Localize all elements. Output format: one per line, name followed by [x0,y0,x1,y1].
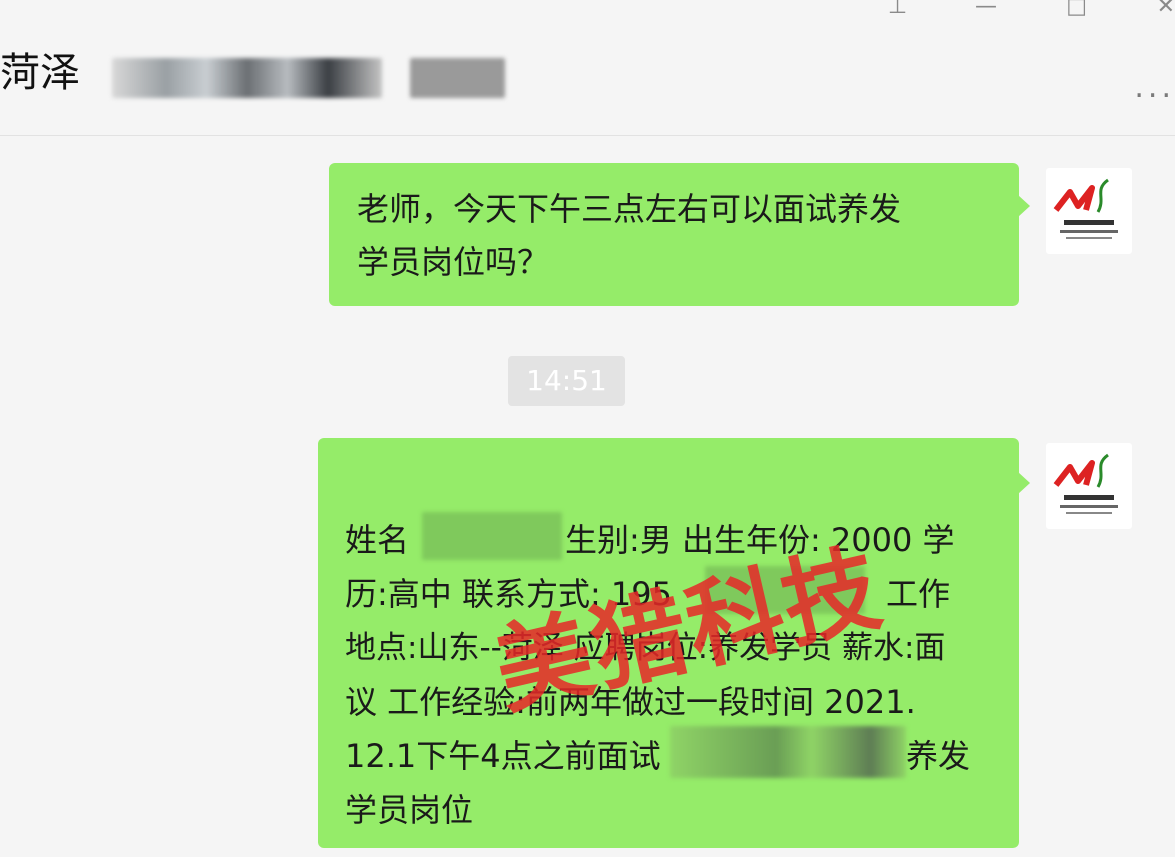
more-options-button[interactable]: ... [1134,70,1175,105]
chat-title: 菏泽 [0,50,80,96]
redacted-text [670,726,906,778]
message-bubble[interactable]: 老师，今天下午三点左右可以面试养发 学员岗位吗？ [329,163,1030,306]
company-logo-icon [1053,178,1118,239]
message-line: 学员岗位吗？ [357,243,550,281]
message-line: 老师，今天下午三点左右可以面试养发 [357,190,902,228]
message-line: 养发 [906,737,971,775]
minimize-icon[interactable]: — [975,0,997,19]
message-line: 工作 [886,575,951,613]
message-line: 姓名 [345,521,410,559]
pin-icon[interactable]: ⊥ [888,0,907,19]
message-timestamp: 14:51 [508,356,625,406]
maximize-icon[interactable]: □ [1066,0,1087,19]
message-line: 学员岗位 [345,791,474,829]
avatar[interactable] [1046,168,1132,254]
company-logo-icon [1053,453,1118,514]
close-icon[interactable]: ✕ [1157,0,1175,19]
avatar[interactable] [1046,443,1132,529]
redacted-name [422,512,562,560]
message-line: 12.1下午4点之前面试 [345,737,661,775]
chat-header: ⊥ — □ ✕ 菏泽 ... [0,0,1175,136]
